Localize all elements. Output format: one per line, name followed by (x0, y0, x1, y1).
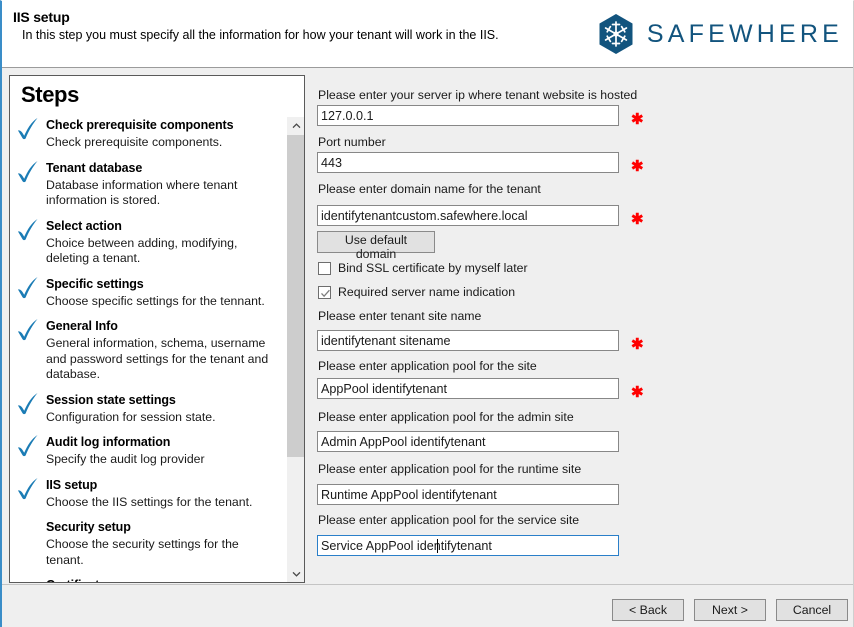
chevron-up-icon (292, 123, 300, 129)
step-description: General information, schema, username an… (46, 336, 269, 381)
step-title: Certificates (46, 577, 279, 582)
back-button[interactable]: < Back (612, 599, 684, 621)
step-item[interactable]: Check prerequisite components Check prere… (10, 117, 287, 151)
label-port-number: Port number (318, 135, 386, 149)
step-item[interactable]: General Info General information, schema,… (10, 318, 287, 383)
step-description: Choose the security settings for the ten… (46, 537, 239, 567)
label-domain-name: Please enter domain name for the tenant (318, 182, 541, 196)
checkbox-bind-ssl[interactable] (318, 261, 331, 275)
steps-panel: Steps Check prerequisite components Check… (9, 75, 305, 583)
step-title: Specific settings (46, 276, 144, 291)
step-check-icon (18, 435, 38, 457)
step-description: Choose specific settings for the tennant… (46, 293, 265, 308)
input-apppool-runtime-site[interactable] (317, 484, 619, 505)
step-item[interactable]: Security setup Choose the security settin… (10, 519, 287, 568)
wizard-window: IIS setup In this step you must specify … (0, 0, 854, 627)
scrollbar-down-button[interactable] (287, 565, 304, 582)
label-apppool-site: Please enter application pool for the si… (318, 359, 537, 373)
brand-logo: SAFEWHERE (597, 13, 843, 55)
step-item[interactable]: Tenant database Database information wher… (10, 160, 287, 209)
required-marker-apppool-site: ✱ (631, 384, 644, 401)
input-domain-name[interactable] (317, 205, 619, 226)
step-item[interactable]: Select action Choice between adding, modi… (10, 218, 287, 267)
cancel-button[interactable]: Cancel (776, 599, 848, 621)
checkbox-server-name-indication[interactable] (318, 285, 331, 299)
wizard-header: IIS setup In this step you must specify … (2, 1, 853, 68)
required-marker-domain-name: ✱ (631, 211, 644, 228)
label-apppool-runtime-site: Please enter application pool for the ru… (318, 462, 582, 476)
required-marker-port-number: ✱ (631, 158, 644, 175)
step-item[interactable]: Certificates (10, 577, 287, 582)
brand-name: SAFEWHERE (646, 19, 843, 48)
iis-settings-form: Please enter your server ip where tenant… (313, 75, 853, 583)
input-apppool-service-site[interactable] (317, 535, 619, 556)
step-title: Audit log information (46, 435, 171, 449)
checkbox-row-bind-ssl[interactable]: Bind SSL certificate by myself later (318, 261, 528, 275)
step-title: General Info (46, 319, 118, 333)
scrollbar-up-button[interactable] (287, 117, 304, 135)
label-tenant-site-name: Please enter tenant site name (318, 309, 482, 323)
step-description: Choose the IIS settings for the tenant. (46, 494, 253, 509)
checkbox-row-server-name-indication[interactable]: Required server name indication (318, 285, 515, 299)
steps-scrollbar[interactable] (286, 117, 304, 582)
step-title: Select action (46, 218, 122, 233)
checkbox-label-bind-ssl: Bind SSL certificate by myself later (338, 261, 528, 275)
step-item[interactable]: Specific settings Choose specific setting… (10, 276, 287, 310)
page-subtitle: In this step you must specify all the in… (22, 28, 499, 42)
wizard-footer: < Back Next > Cancel (2, 584, 853, 627)
step-item[interactable]: IIS setup Choose the IIS settings for the… (10, 477, 287, 511)
input-port-number[interactable] (317, 152, 619, 173)
step-description: Choice between adding, modifying, deleti… (46, 235, 238, 266)
step-description: Configuration for session state. (46, 409, 216, 424)
hexagon-snowflake-icon (599, 14, 633, 54)
step-check-icon (18, 160, 38, 182)
check-icon (321, 289, 330, 297)
step-check-icon (18, 218, 38, 240)
next-button[interactable]: Next > (694, 599, 766, 621)
required-marker-tenant-site-name: ✱ (631, 336, 644, 353)
step-description: Database information where tenant inform… (46, 177, 238, 208)
required-marker-server-ip: ✱ (631, 111, 644, 128)
use-default-domain-button[interactable]: Use default domain (317, 231, 435, 261)
input-apppool-admin-site[interactable] (317, 431, 619, 452)
step-item[interactable]: Session state settings Configuration for … (10, 392, 287, 426)
label-apppool-service-site: Please enter application pool for the se… (318, 513, 580, 527)
checkbox-label-server-name-indication: Required server name indication (338, 285, 516, 299)
input-tenant-site-name[interactable] (317, 330, 619, 351)
step-description: Specify the audit log provider (46, 452, 205, 466)
step-title: Session state settings (46, 392, 176, 407)
scrollbar-thumb[interactable] (287, 135, 304, 457)
steps-list: Check prerequisite components Check prere… (10, 117, 287, 582)
text-caret (437, 539, 438, 553)
step-check-icon (18, 392, 38, 414)
label-server-ip: Please enter your server ip where tenant… (318, 88, 638, 102)
input-apppool-site[interactable] (317, 378, 619, 399)
label-apppool-admin-site: Please enter application pool for the ad… (318, 410, 574, 424)
step-check-icon (18, 276, 38, 298)
step-check-icon (18, 118, 38, 140)
step-description: Check prerequisite components. (46, 135, 223, 149)
step-title: IIS setup (46, 477, 98, 492)
step-title: Security setup (46, 520, 131, 534)
page-title: IIS setup (13, 9, 70, 25)
step-title: Check prerequisite components (46, 118, 234, 132)
step-check-icon (18, 477, 38, 499)
chevron-down-icon (292, 571, 300, 577)
step-title: Tenant database (46, 160, 143, 175)
input-server-ip[interactable] (317, 105, 619, 126)
step-check-icon (18, 319, 38, 341)
steps-title: Steps (21, 82, 79, 107)
step-item[interactable]: Audit log information Specify the audit l… (10, 434, 287, 468)
